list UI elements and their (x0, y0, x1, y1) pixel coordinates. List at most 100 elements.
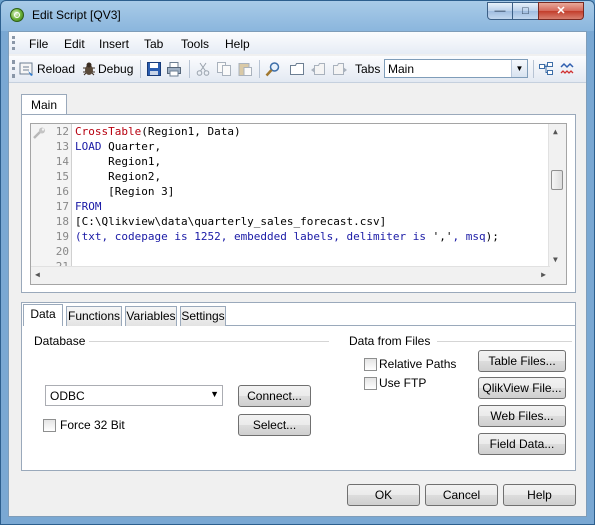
code-line: FROM (75, 200, 102, 213)
promote-tab-icon[interactable] (310, 61, 326, 77)
title-bar[interactable]: Edit Script [QV3] — □ ✕ (1, 1, 594, 31)
horizontal-scrollbar[interactable]: ◀ ▶ (31, 266, 550, 284)
use-ftp-label: Use FTP (379, 376, 427, 390)
code-token: ',' (426, 230, 453, 243)
help-button[interactable]: Help (503, 484, 576, 506)
code-token: Quarter, (101, 140, 162, 153)
table-files-button[interactable]: Table Files... (478, 350, 566, 372)
database-group-line (89, 341, 329, 342)
chevron-down-icon[interactable]: ▼ (210, 389, 219, 399)
qlikview-file-button[interactable]: QlikView File... (478, 377, 566, 399)
code-token: Region1, (75, 155, 162, 168)
line-number: 12 (55, 125, 69, 138)
line-number: 14 (55, 155, 69, 168)
paste-icon[interactable] (237, 61, 253, 77)
menu-edit[interactable]: Edit (64, 37, 85, 51)
ok-button[interactable]: OK (347, 484, 420, 506)
close-button[interactable]: ✕ (538, 2, 584, 20)
code-line: Region1, (75, 155, 161, 168)
code-token: [C:\Qlikview\data\quarterly_sales_foreca… (75, 215, 387, 228)
script-editor[interactable]: 12131415161718192021 CrossTable(Region1,… (30, 123, 567, 285)
outline-icon[interactable] (538, 61, 554, 77)
maximize-button[interactable]: □ (512, 2, 539, 20)
files-group-line (437, 341, 572, 342)
cut-icon[interactable] (195, 61, 211, 77)
force-32-bit-label: Force 32 Bit (60, 418, 125, 432)
menu-tools[interactable]: Tools (181, 37, 209, 51)
tabs-dropdown-value: Main (388, 62, 415, 76)
qlikview-app-icon (10, 8, 24, 22)
line-number: 17 (55, 200, 69, 213)
toolbar-separator (533, 60, 534, 78)
select-button[interactable]: Select... (238, 414, 311, 436)
tab-strip-line (226, 325, 576, 326)
code-token: [Region 3] (75, 185, 175, 198)
code-token: (txt, codepage is 1252, embedded labels,… (75, 230, 426, 243)
syntax-check-icon[interactable] (560, 61, 576, 77)
relative-paths-checkbox[interactable] (364, 358, 377, 371)
find-icon[interactable] (265, 61, 281, 77)
use-ftp-checkbox[interactable] (364, 377, 377, 390)
scrollbar-corner (549, 267, 566, 284)
code-line: [C:\Qlikview\data\quarterly_sales_foreca… (75, 215, 386, 228)
menubar-grip-icon[interactable] (12, 36, 18, 50)
menu-tab[interactable]: Tab (144, 37, 163, 51)
menu-bar: File Edit Insert Tab Tools Help (9, 32, 586, 54)
toolbar-separator (259, 60, 260, 78)
force-32-bit-checkbox[interactable] (43, 419, 56, 432)
line-number: 16 (55, 185, 69, 198)
code-line: [Region 3] (75, 185, 174, 198)
code-line: LOAD Quarter, (75, 140, 161, 153)
tab-variables[interactable]: Variables (125, 306, 177, 326)
cancel-button[interactable]: Cancel (425, 484, 498, 506)
code-token: (Region1, Data) (141, 125, 241, 138)
menu-insert[interactable]: Insert (99, 37, 129, 51)
line-number: 19 (55, 230, 69, 243)
window-title: Edit Script [QV3] (32, 8, 121, 22)
tabs-dropdown[interactable]: Main ▼ (384, 59, 528, 78)
code-token: FROM (75, 200, 102, 213)
scroll-down-arrow-icon[interactable]: ▼ (553, 255, 558, 264)
save-icon[interactable] (146, 61, 162, 77)
tab-settings[interactable]: Settings (180, 306, 226, 326)
line-number: 15 (55, 170, 69, 183)
editor-frame: 12131415161718192021 CrossTable(Region1,… (21, 114, 576, 293)
database-group-label: Database (34, 334, 86, 348)
web-files-button[interactable]: Web Files... (478, 405, 566, 427)
code-line: Region2, (75, 170, 161, 183)
database-select[interactable]: ODBC ▼ (45, 385, 223, 406)
debug-label: Debug (98, 62, 134, 76)
demote-tab-icon[interactable] (332, 61, 348, 77)
scroll-up-arrow-icon[interactable]: ▲ (553, 127, 558, 136)
minimize-button[interactable]: — (487, 2, 513, 20)
toolbar-grip-icon[interactable] (12, 60, 18, 78)
line-number: 13 (55, 140, 69, 153)
relative-paths-label: Relative Paths (379, 357, 457, 371)
line-number: 20 (55, 245, 69, 258)
tab-data[interactable]: Data (23, 304, 63, 326)
menu-help[interactable]: Help (225, 37, 250, 51)
toolbar-separator (140, 60, 141, 78)
new-tab-icon[interactable] (289, 61, 305, 77)
code-token: Region2, (75, 170, 162, 183)
chevron-down-icon[interactable]: ▼ (511, 60, 527, 77)
tab-functions[interactable]: Functions (66, 306, 122, 326)
scroll-right-arrow-icon[interactable]: ▶ (541, 270, 546, 279)
connect-button[interactable]: Connect... (238, 385, 311, 407)
vertical-scrollbar[interactable]: ▲ ▼ (548, 124, 566, 267)
debug-icon (83, 62, 95, 76)
toolbar: Reload Debug Tabs Main ▼ (9, 56, 586, 83)
code-token: CrossTable (75, 125, 142, 138)
code-token: LOAD (75, 140, 102, 153)
data-from-files-label: Data from Files (349, 334, 431, 348)
copy-icon[interactable] (216, 61, 232, 77)
print-icon[interactable] (166, 61, 182, 77)
code-token: ); (485, 230, 499, 243)
code-line: (txt, codepage is 1252, embedded labels,… (75, 230, 499, 243)
vertical-scroll-thumb[interactable] (551, 170, 563, 190)
menu-file[interactable]: File (29, 37, 48, 51)
database-select-value: ODBC (50, 389, 85, 403)
field-data-button[interactable]: Field Data... (478, 433, 566, 455)
script-tab-main[interactable]: Main (21, 94, 67, 115)
scroll-left-arrow-icon[interactable]: ◀ (35, 270, 40, 279)
